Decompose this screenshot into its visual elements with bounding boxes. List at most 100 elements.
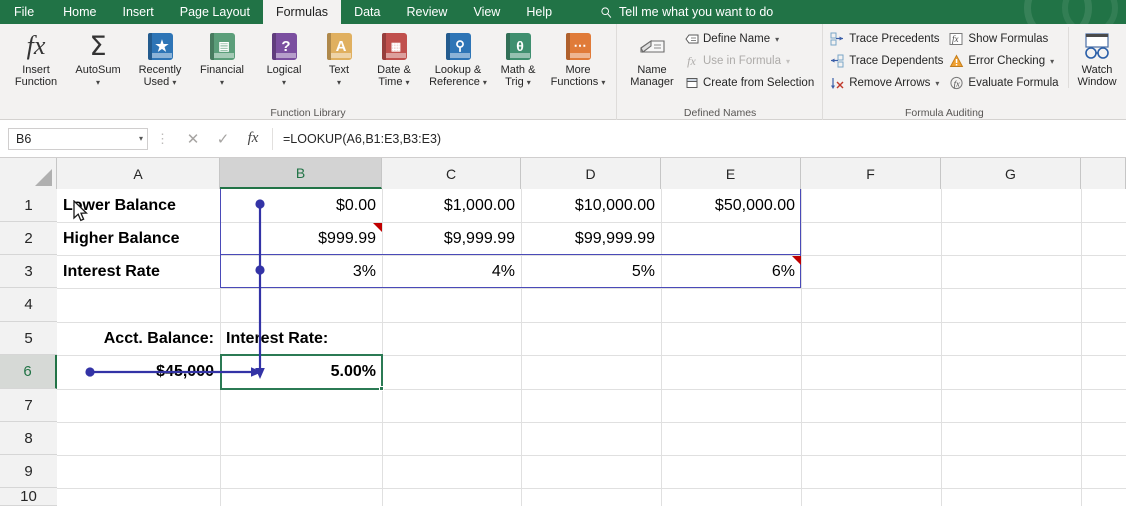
defined-names-group-label: Defined Names (623, 106, 817, 120)
text-button[interactable]: A Text▾ (315, 27, 363, 89)
column-header-partial[interactable] (1081, 158, 1126, 189)
ribbon-group-function-library: fx Insert Function Σ AutoSum▾ ★ Recently… (0, 24, 616, 120)
define-name-button[interactable]: Define Name ▾ (681, 28, 817, 50)
create-from-selection-icon (684, 76, 699, 91)
cell-a1[interactable]: Lower Balance (57, 189, 220, 222)
formula-input[interactable]: =LOOKUP(A6,B1:E3,B3:E3) (272, 128, 1122, 150)
row-header-10[interactable]: 10 (0, 488, 57, 506)
error-checking-button[interactable]: Error Checking ▾ (946, 50, 1061, 72)
row-header-5[interactable]: 5 (0, 322, 57, 355)
svg-text:fx: fx (952, 34, 959, 44)
remove-arrows-icon (830, 76, 845, 91)
tab-home[interactable]: Home (50, 0, 109, 24)
row-header-6[interactable]: 6 (0, 355, 57, 389)
autosum-button[interactable]: Σ AutoSum▾ (67, 27, 129, 89)
row-header-2[interactable]: 2 (0, 222, 57, 255)
math-trig-button[interactable]: θ Math & Trig ▾ (491, 27, 545, 89)
sigma-icon: Σ (89, 30, 106, 62)
cell-e3[interactable]: 6% (661, 255, 801, 288)
column-header-c[interactable]: C (382, 158, 521, 189)
row-header-4[interactable]: 4 (0, 288, 57, 322)
row-header-9[interactable]: 9 (0, 455, 57, 488)
use-in-formula-icon: fx (684, 54, 699, 69)
tab-review[interactable]: Review (393, 0, 460, 24)
cell-b5[interactable]: Interest Rate: (220, 322, 382, 355)
show-formulas-button[interactable]: fx Show Formulas (946, 28, 1061, 50)
more-functions-label: More Functions (551, 64, 599, 88)
financial-label: Financial (200, 64, 244, 76)
cancel-entry-button[interactable]: ✕ (178, 128, 208, 150)
column-header-a[interactable]: A (57, 158, 220, 189)
cell-d2[interactable]: $99,999.99 (521, 222, 661, 255)
svg-text:fx: fx (954, 78, 960, 88)
cell-b2[interactable]: $999.99 (220, 222, 382, 255)
logical-button[interactable]: ? Logical▾ (253, 27, 315, 89)
tab-help[interactable]: Help (513, 0, 565, 24)
tab-page-layout[interactable]: Page Layout (167, 0, 263, 24)
cell-c1[interactable]: $1,000.00 (382, 189, 521, 222)
use-in-formula-label: Use in Formula (703, 55, 781, 67)
row-header-8[interactable]: 8 (0, 422, 57, 455)
financial-button[interactable]: ▤ Financial▾ (191, 27, 253, 89)
use-in-formula-button[interactable]: fx Use in Formula ▾ (681, 50, 817, 72)
tab-data[interactable]: Data (341, 0, 393, 24)
insert-function-bar-button[interactable]: fx (238, 128, 268, 150)
gridline-horizontal (57, 288, 1126, 289)
evaluate-formula-button[interactable]: fx Evaluate Formula (946, 72, 1061, 94)
cell-d1[interactable]: $10,000.00 (521, 189, 661, 222)
comment-marker-e3 (792, 256, 801, 265)
column-header-e[interactable]: E (661, 158, 801, 189)
evaluate-formula-label: Evaluate Formula (968, 77, 1058, 89)
cell-a6[interactable]: $45,000 (57, 355, 220, 389)
trace-precedents-button[interactable]: Trace Precedents (827, 28, 946, 50)
row-header-7[interactable]: 7 (0, 389, 57, 422)
insert-function-button[interactable]: fx Insert Function (5, 27, 67, 88)
watch-window-button[interactable]: Watch Window (1068, 27, 1126, 88)
cell-b6[interactable]: 5.00% (220, 355, 382, 389)
tab-view[interactable]: View (460, 0, 513, 24)
tab-insert[interactable]: Insert (110, 0, 167, 24)
lookup-reference-button[interactable]: ⚲ Lookup & Reference ▾ (425, 27, 491, 89)
cell-a2[interactable]: Higher Balance (57, 222, 220, 255)
gridline-vertical (1081, 189, 1082, 506)
name-manager-button[interactable]: Name Manager (623, 27, 681, 88)
cell-e1[interactable]: $50,000.00 (661, 189, 801, 222)
lightbulb-search-icon (600, 6, 613, 19)
column-header-d[interactable]: D (521, 158, 661, 189)
remove-arrows-label: Remove Arrows (849, 77, 930, 89)
column-header-f[interactable]: F (801, 158, 941, 189)
row-header-3[interactable]: 3 (0, 255, 57, 288)
name-box[interactable]: B6 ▾ (8, 128, 148, 150)
lookup-book-icon: ⚲ (446, 30, 471, 62)
row-header-1[interactable]: 1 (0, 189, 57, 222)
define-name-label: Define Name (703, 33, 770, 45)
select-all-corner[interactable] (0, 158, 57, 189)
cell-d3[interactable]: 5% (521, 255, 661, 288)
formula-auditing-group-label: Formula Auditing (827, 106, 1125, 120)
chevron-down-icon[interactable]: ▾ (139, 134, 143, 143)
more-functions-button[interactable]: ⋯ More Functions ▾ (545, 27, 611, 89)
cell-c3[interactable]: 4% (382, 255, 521, 288)
date-time-button[interactable]: ▦ Date & Time ▾ (363, 27, 425, 89)
recently-used-button[interactable]: ★ Recently Used ▾ (129, 27, 191, 89)
cell-a3[interactable]: Interest Rate (57, 255, 220, 288)
create-from-selection-button[interactable]: Create from Selection (681, 72, 817, 94)
cell-c2[interactable]: $9,999.99 (382, 222, 521, 255)
remove-arrows-button[interactable]: Remove Arrows ▾ (827, 72, 946, 94)
tell-me-search[interactable]: Tell me what you want to do (600, 0, 773, 24)
column-header-g[interactable]: G (941, 158, 1081, 189)
cell-b1[interactable]: $0.00 (220, 189, 382, 222)
confirm-entry-button[interactable]: ✓ (208, 128, 238, 150)
trace-dependents-button[interactable]: Trace Dependents (827, 50, 946, 72)
column-header-b[interactable]: B (220, 158, 382, 189)
error-checking-icon (949, 54, 964, 69)
cell-a5[interactable]: Acct. Balance: (57, 322, 220, 355)
trace-dependents-label: Trace Dependents (849, 55, 943, 67)
tab-page-layout-label: Page Layout (180, 5, 250, 19)
tab-formulas[interactable]: Formulas (263, 0, 341, 24)
lookup-reference-label: Lookup & Reference (429, 64, 481, 88)
trace-dependents-icon (830, 54, 845, 69)
tab-file[interactable]: File (0, 0, 50, 24)
cell-b3[interactable]: 3% (220, 255, 382, 288)
gridline-horizontal (57, 488, 1126, 489)
